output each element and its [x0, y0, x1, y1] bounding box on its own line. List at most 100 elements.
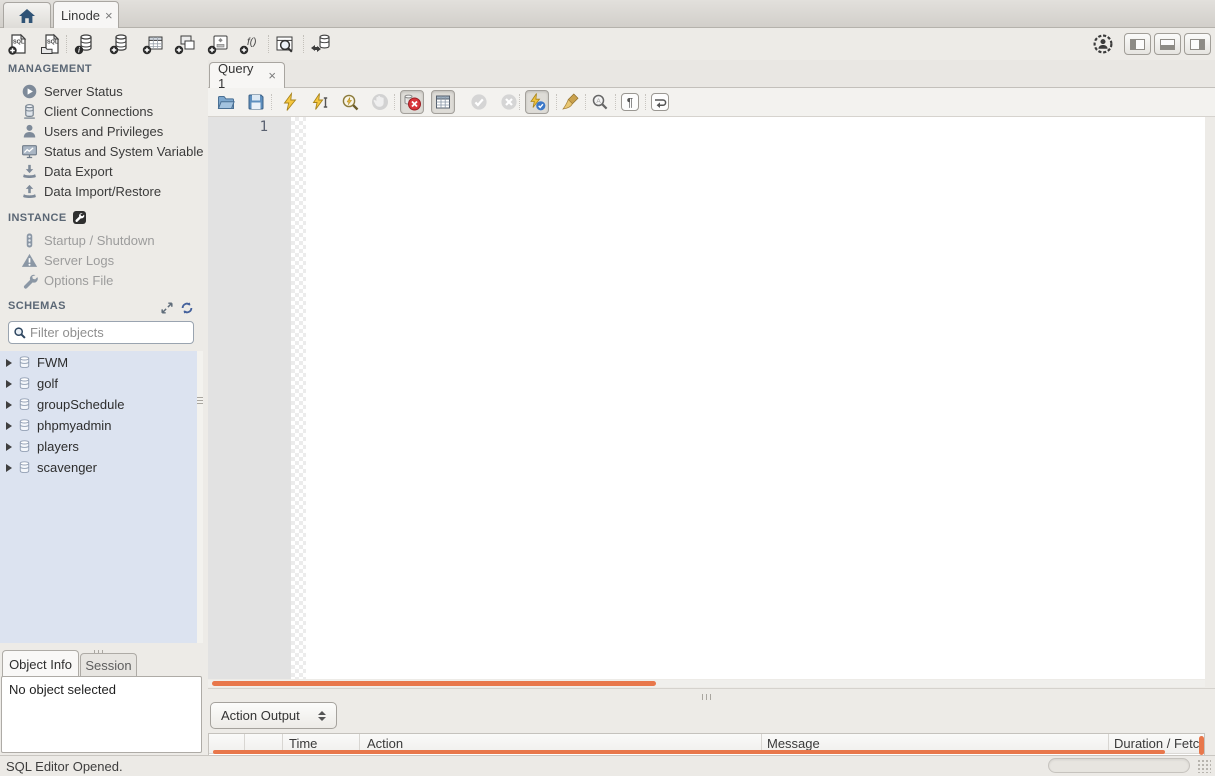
- stop-execution-button[interactable]: [370, 92, 390, 112]
- toolbar-separator: [615, 94, 616, 110]
- expand-schemas-button[interactable]: [160, 301, 174, 318]
- schema-item-fwm[interactable]: FWM: [0, 352, 197, 373]
- schema-item-phpmyadmin[interactable]: phpmyadmin: [0, 415, 197, 436]
- create-table-button[interactable]: [141, 32, 165, 56]
- sql-editor-text-area[interactable]: [306, 117, 1205, 679]
- system-variables-icon: [22, 144, 37, 158]
- toggle-limit-rows-button[interactable]: [431, 90, 455, 114]
- schema-name: phpmyadmin: [37, 418, 112, 433]
- toggle-autocommit-button[interactable]: [525, 90, 549, 114]
- connection-tab-close-icon[interactable]: ×: [105, 9, 113, 22]
- open-sql-script-button[interactable]: SQL: [39, 32, 63, 56]
- expander-icon[interactable]: [6, 421, 12, 430]
- find-button[interactable]: A: [590, 92, 610, 112]
- sidebar-item-label: Data Export: [44, 163, 113, 179]
- broom-icon: [562, 93, 579, 110]
- reconnect-dbms-icon: [311, 34, 330, 52]
- explain-plan-button[interactable]: [340, 92, 360, 112]
- preferences-button[interactable]: [1091, 32, 1115, 56]
- refresh-schemas-button[interactable]: [180, 301, 194, 318]
- data-export-icon: [23, 164, 36, 178]
- wrap-text-icon: [651, 93, 669, 111]
- sidebar-item-label: Server Logs: [44, 252, 115, 268]
- expander-icon[interactable]: [6, 442, 12, 451]
- schema-item-groupschedule[interactable]: groupSchedule: [0, 394, 197, 415]
- execute-current-statement-button[interactable]: [310, 92, 330, 112]
- autocommit-icon: [530, 93, 546, 111]
- tab-session[interactable]: Session: [80, 653, 137, 677]
- rollback-button[interactable]: [499, 92, 519, 112]
- toggle-output-area-button[interactable]: [1154, 33, 1181, 55]
- create-function-button[interactable]: f(): [238, 32, 262, 56]
- toggle-word-wrap-button[interactable]: [650, 92, 670, 112]
- open-script-button[interactable]: [216, 92, 236, 112]
- find-magnifier-icon: A: [592, 94, 608, 110]
- new-sql-script-icon: SQL: [8, 33, 27, 55]
- status-message: SQL Editor Opened.: [6, 758, 123, 774]
- toggle-stop-on-error-button[interactable]: [400, 90, 424, 114]
- sidebar-item-label: Data Import/Restore: [44, 183, 162, 199]
- toolbar-separator: [66, 35, 67, 53]
- sidebar-item-server-status[interactable]: Server Status: [0, 81, 203, 101]
- schema-db-icon: [19, 440, 30, 453]
- output-vscrollbar-thumb[interactable]: [1199, 736, 1204, 755]
- sidebar-item-data-import-restore[interactable]: Data Import/Restore: [0, 181, 203, 201]
- connection-tab-linode[interactable]: Linode ×: [53, 1, 119, 28]
- sidebar-item-server-logs[interactable]: Server Logs: [0, 250, 203, 270]
- query-tab-close-icon[interactable]: ×: [268, 69, 276, 82]
- toggle-invisible-characters-button[interactable]: ¶: [620, 92, 640, 112]
- options-file-wrench-icon: [23, 274, 38, 289]
- new-query-tab-button[interactable]: SQL: [6, 32, 30, 56]
- schema-item-golf[interactable]: golf: [0, 373, 197, 394]
- create-schema-button[interactable]: [108, 32, 132, 56]
- schema-item-players[interactable]: players: [0, 436, 197, 457]
- expander-icon[interactable]: [6, 358, 12, 367]
- filter-objects-input[interactable]: [30, 325, 189, 340]
- tab-label: Session: [85, 658, 132, 673]
- expander-icon[interactable]: [6, 400, 12, 409]
- sidebar-item-users-privileges[interactable]: Users and Privileges: [0, 121, 203, 141]
- home-tab[interactable]: [3, 2, 51, 28]
- column-header-time: Time: [289, 736, 318, 751]
- toggle-secondary-sidebar-button[interactable]: [1184, 33, 1211, 55]
- sidebar-splitter-grip[interactable]: [197, 395, 203, 406]
- schema-inspector-button[interactable]: i: [73, 32, 97, 56]
- sidebar-item-client-connections[interactable]: Client Connections: [0, 101, 203, 121]
- toolbar-separator: [645, 94, 646, 110]
- reconnect-dbms-button[interactable]: [308, 32, 332, 56]
- window-resize-grip[interactable]: [1197, 759, 1211, 773]
- save-script-button[interactable]: [246, 92, 266, 112]
- sidebar-item-options-file[interactable]: Options File: [0, 270, 203, 290]
- toggle-sidebar-button[interactable]: [1124, 33, 1151, 55]
- schema-item-scavenger[interactable]: scavenger: [0, 457, 197, 478]
- execute-statement-button[interactable]: [280, 91, 300, 112]
- schema-name: golf: [37, 376, 58, 391]
- user-icon: [23, 124, 36, 137]
- mysql-workbench-window: Linode × SQL SQL i f() MANAGEMENT Server…: [0, 0, 1215, 776]
- search-icon: [14, 326, 26, 339]
- editor-hscrollbar-thumb[interactable]: [212, 681, 656, 686]
- right-panel-icon: [1190, 38, 1205, 50]
- create-view-button[interactable]: [173, 32, 197, 56]
- search-table-data-button[interactable]: [273, 32, 297, 56]
- output-splitter-grip[interactable]: [700, 688, 712, 703]
- commit-button[interactable]: [469, 92, 489, 112]
- sidebar-item-data-export[interactable]: Data Export: [0, 161, 203, 181]
- stop-on-error-icon: [404, 94, 421, 111]
- beautify-sql-button[interactable]: [560, 92, 580, 112]
- create-procedure-button[interactable]: [206, 32, 230, 56]
- main-toolbar: SQL SQL i f(): [0, 28, 1215, 60]
- expander-icon[interactable]: [6, 463, 12, 472]
- schema-name: groupSchedule: [37, 397, 125, 412]
- data-import-icon: [23, 184, 36, 198]
- sidebar-item-status-system-variables[interactable]: Status and System Variables: [0, 141, 203, 161]
- expander-icon[interactable]: [6, 379, 12, 388]
- sidebar-item-startup-shutdown[interactable]: Startup / Shutdown: [0, 230, 203, 250]
- tab-query-1[interactable]: Query 1 ×: [209, 60, 285, 91]
- sidebar-item-label: Startup / Shutdown: [44, 232, 155, 248]
- output-hscrollbar-thumb[interactable]: [213, 750, 1165, 754]
- tab-object-info[interactable]: Object Info: [2, 650, 79, 677]
- output-view-selector[interactable]: Action Output: [210, 702, 337, 729]
- status-bar: SQL Editor Opened.: [0, 755, 1215, 776]
- query-tab-label: Query 1: [218, 60, 254, 91]
